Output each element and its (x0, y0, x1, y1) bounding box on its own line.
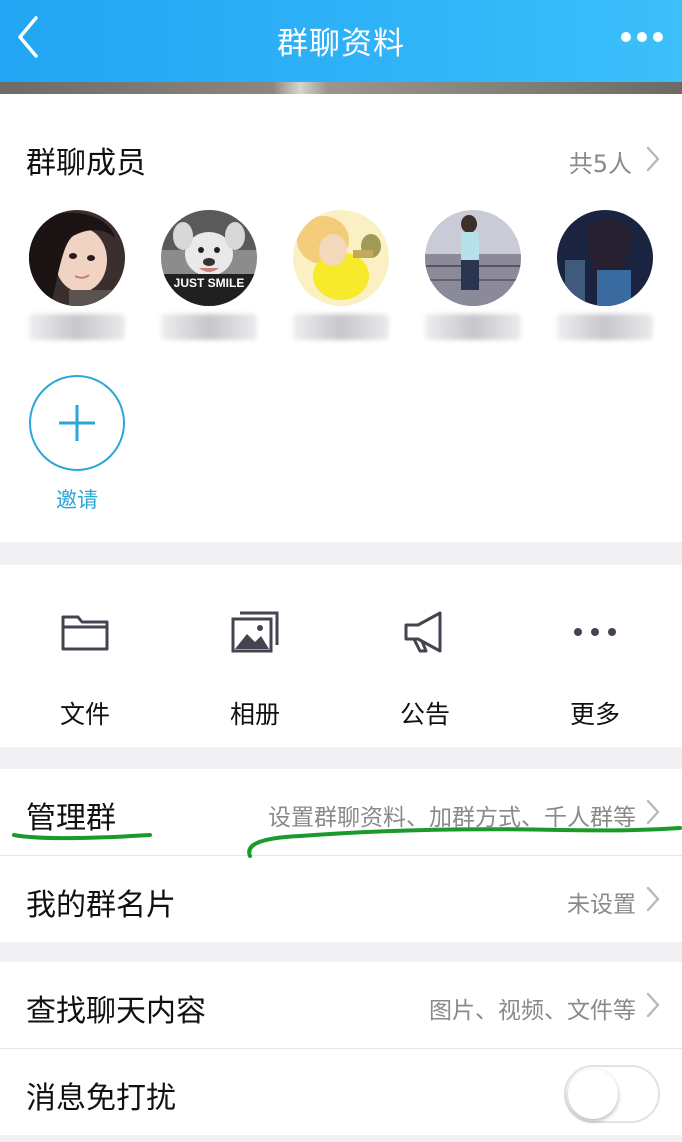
member-avatar-3[interactable] (293, 210, 389, 306)
group-nickname-row[interactable]: 我的群名片 未设置 (0, 856, 682, 942)
search-history-value: 图片、视频、文件等 (429, 998, 636, 1024)
page-title: 群聊资料 (277, 26, 405, 62)
member-name-1 (29, 314, 125, 340)
search-history-row[interactable]: 查找聊天内容 图片、视频、文件等 (0, 962, 682, 1048)
do-not-disturb-label: 消息免打扰 (26, 1081, 176, 1116)
invite-label[interactable]: 邀请 (29, 484, 125, 514)
more-horizontal-icon (621, 32, 663, 42)
member-avatar-2[interactable]: JUST SMILE (161, 210, 257, 306)
group-nickname-label: 我的群名片 (26, 888, 176, 923)
action-announcement[interactable]: 公告 (340, 565, 510, 747)
cover-image-strip (0, 82, 682, 94)
member-name-5 (557, 314, 653, 340)
action-announcement-label: 公告 (399, 700, 450, 729)
megaphone-icon (404, 611, 442, 653)
manage-group-label: 管理群 (26, 801, 116, 836)
members-section: 群聊成员 共5人 JUST SMILE 邀请 (0, 94, 682, 542)
chevron-right-icon (646, 886, 660, 912)
member-avatar-5[interactable] (557, 210, 653, 306)
plus-icon (59, 405, 95, 441)
album-icon (231, 611, 279, 653)
quick-actions: 文件 相册 公告 更多 (0, 565, 682, 747)
action-files-label: 文件 (59, 700, 110, 729)
action-album[interactable]: 相册 (170, 565, 340, 747)
member-avatar-4[interactable] (425, 210, 521, 306)
manage-group-value: 设置群聊资料、加群方式、千人群等 (268, 805, 636, 831)
action-album-label: 相册 (229, 700, 280, 729)
navigation-bar: 群聊资料 (0, 0, 682, 82)
members-count[interactable]: 共5人 (569, 144, 632, 179)
member-name-2 (161, 314, 257, 340)
avatar-caption: JUST SMILE (173, 276, 245, 290)
action-more[interactable]: 更多 (510, 565, 680, 747)
invite-member-button[interactable] (29, 375, 125, 471)
folder-icon (61, 615, 109, 651)
member-name-4 (425, 314, 521, 340)
do-not-disturb-toggle[interactable] (564, 1065, 660, 1123)
more-options-button[interactable] (618, 22, 666, 52)
manage-group-row[interactable]: 管理群 设置群聊资料、加群方式、千人群等 (0, 769, 682, 855)
more-horizontal-icon (574, 628, 616, 636)
action-more-label: 更多 (569, 700, 620, 729)
group-nickname-value: 未设置 (567, 892, 636, 918)
action-files[interactable]: 文件 (0, 565, 170, 747)
toggle-knob (568, 1069, 618, 1119)
search-history-label: 查找聊天内容 (26, 994, 206, 1029)
chevron-right-icon (646, 146, 660, 172)
chevron-right-icon (646, 992, 660, 1018)
chevron-right-icon (646, 799, 660, 825)
member-avatar-1[interactable] (29, 210, 125, 306)
members-title: 群聊成员 (26, 146, 146, 181)
do-not-disturb-row: 消息免打扰 (0, 1049, 682, 1135)
member-name-3 (293, 314, 389, 340)
